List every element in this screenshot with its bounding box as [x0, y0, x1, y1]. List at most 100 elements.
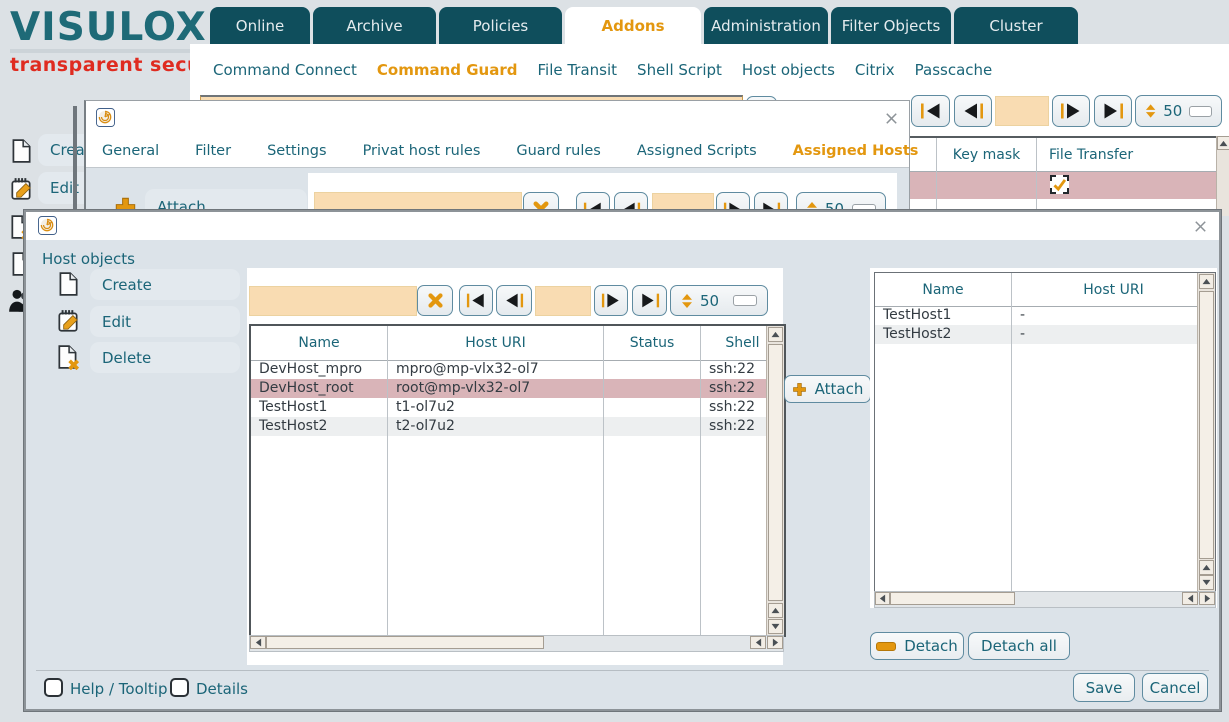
file-transfer-checkbox[interactable] — [1050, 175, 1069, 194]
subnav-command-guard[interactable]: Command Guard — [377, 61, 518, 79]
host-first-page-button[interactable] — [459, 285, 493, 316]
cancel-button[interactable]: Cancel — [1142, 673, 1208, 702]
scroll-right-button[interactable] — [767, 636, 783, 649]
host-row-uri[interactable]: root@mp-vlx32-ol7 — [388, 379, 603, 398]
tab-privat-host-rules[interactable]: Privat host rules — [363, 143, 481, 159]
host-row-uri[interactable]: t2-ol7u2 — [388, 417, 603, 436]
scroll-thumb[interactable] — [266, 636, 544, 649]
host-row-status[interactable] — [604, 379, 700, 398]
page-size-spinner[interactable]: 50 — [1135, 95, 1222, 127]
host-row-name[interactable]: DevHost_mpro — [251, 360, 387, 379]
scroll-up-button[interactable] — [1199, 274, 1214, 289]
host-clear-button[interactable] — [417, 285, 453, 316]
assigned-row-uri[interactable]: - — [1012, 325, 1215, 344]
nav-tab-policies[interactable]: Policies — [439, 7, 562, 44]
edit-button[interactable]: Edit — [90, 306, 240, 337]
check-icon — [1052, 177, 1067, 192]
nav-tab-online[interactable]: Online — [210, 7, 310, 44]
host-prev-page-button[interactable] — [496, 285, 532, 316]
assigned-row-name[interactable]: TestHost1 — [875, 306, 1011, 325]
scroll-left-button[interactable] — [250, 636, 266, 649]
host-search-input[interactable] — [249, 286, 417, 316]
nav-tab-administration[interactable]: Administration — [704, 7, 828, 44]
page-number-input[interactable] — [995, 96, 1049, 126]
host-row-uri[interactable]: mpro@mp-vlx32-ol7 — [388, 360, 603, 379]
tab-general[interactable]: General — [102, 143, 159, 159]
page-next-page-button[interactable] — [1052, 95, 1090, 127]
host-row-status[interactable] — [604, 398, 700, 417]
close-icon[interactable] — [883, 110, 900, 127]
assigned-row-name[interactable]: TestHost2 — [875, 325, 1011, 344]
assigned-table-scrollbar[interactable] — [1197, 273, 1215, 591]
scroll-down-button[interactable] — [768, 619, 783, 634]
subnav-command-connect[interactable]: Command Connect — [213, 61, 357, 79]
triangle-up-icon — [1202, 564, 1211, 571]
host-row-uri[interactable]: t1-ol7u2 — [388, 398, 603, 417]
tab-assigned-hosts[interactable]: Assigned Hosts — [793, 143, 919, 159]
application-window: VISULOX transparent security Online Arch… — [0, 0, 1229, 722]
scroll-up-button[interactable] — [768, 327, 783, 342]
main-nav: Online Archive Policies Addons Administr… — [210, 7, 1078, 44]
host-page-number-input[interactable] — [535, 286, 591, 316]
page-first-page-button[interactable] — [911, 95, 950, 127]
create-button[interactable]: Create — [90, 269, 240, 300]
tab-filter[interactable]: Filter — [195, 143, 231, 159]
triangle-right-icon — [1204, 594, 1211, 603]
hosts-table-hscrollbar[interactable] — [249, 635, 784, 652]
page-last-page-button[interactable] — [1094, 95, 1132, 127]
attach-button[interactable]: Attach — [784, 375, 871, 403]
subnav-citrix[interactable]: Citrix — [855, 61, 895, 79]
edit-icon[interactable] — [8, 176, 34, 202]
delete-button[interactable]: Delete — [90, 342, 240, 373]
subnav-host-objects[interactable]: Host objects — [742, 61, 835, 79]
details-checkbox[interactable] — [170, 678, 189, 697]
page-prev-page-button[interactable] — [954, 95, 992, 127]
host-row-status[interactable] — [604, 417, 700, 436]
scroll-up-button[interactable] — [1217, 136, 1229, 150]
edit-icon — [55, 308, 81, 334]
scroll-right-button[interactable] — [1199, 592, 1215, 605]
help-tooltip-checkbox[interactable] — [44, 678, 63, 697]
detach-button[interactable]: Detach — [870, 632, 964, 660]
scroll-down-button[interactable] — [1199, 575, 1214, 590]
host-page-size-spinner[interactable]: 50 — [670, 285, 768, 316]
host-last-page-button[interactable] — [632, 285, 667, 316]
nav-tab-cluster[interactable]: Cluster — [954, 7, 1078, 44]
dialog-heading: Host objects — [42, 250, 135, 268]
guard-rules-table: Key mask File Transfer — [906, 136, 1220, 220]
tab-guard-rules[interactable]: Guard rules — [516, 143, 601, 159]
subnav-passcache[interactable]: Passcache — [915, 61, 993, 79]
host-next-page-button[interactable] — [594, 285, 628, 316]
triangle-left-icon — [1187, 594, 1194, 603]
scroll-left-button[interactable] — [875, 592, 890, 605]
tab-settings[interactable]: Settings — [267, 143, 326, 159]
host-row-status[interactable] — [604, 360, 700, 379]
nav-tab-filter-objects[interactable]: Filter Objects — [831, 7, 951, 44]
scroll-up-button[interactable] — [1199, 560, 1214, 575]
subnav-file-transit[interactable]: File Transit — [537, 61, 617, 79]
scroll-left-button[interactable] — [750, 636, 766, 649]
nav-tab-archive[interactable]: Archive — [313, 7, 436, 44]
scroll-up-button[interactable] — [768, 603, 783, 618]
tab-assigned-scripts[interactable]: Assigned Scripts — [637, 143, 757, 159]
spinner-handle[interactable] — [1189, 106, 1212, 117]
close-icon[interactable] — [1192, 218, 1209, 235]
scroll-thumb[interactable] — [1199, 291, 1214, 559]
spinner-handle[interactable] — [733, 295, 757, 306]
save-button[interactable]: Save — [1073, 673, 1135, 702]
column-header-host-uri: Host URI — [1012, 273, 1215, 306]
create-document-icon[interactable] — [8, 138, 34, 164]
detach-all-button[interactable]: Detach all — [968, 632, 1070, 660]
host-row-name[interactable]: TestHost1 — [251, 398, 387, 417]
assigned-row-uri[interactable]: - — [1012, 306, 1215, 325]
nav-tab-addons[interactable]: Addons — [565, 7, 701, 44]
page-table-scrollbar[interactable] — [1216, 136, 1229, 216]
host-row-name[interactable]: DevHost_root — [251, 379, 387, 398]
scroll-left-button[interactable] — [1182, 592, 1198, 605]
subnav-shell-script[interactable]: Shell Script — [637, 61, 722, 79]
host-row-name[interactable]: TestHost2 — [251, 417, 387, 436]
scroll-thumb[interactable] — [768, 344, 783, 601]
hosts-table-scrollbar[interactable] — [766, 326, 784, 635]
assigned-table-hscrollbar[interactable] — [874, 591, 1216, 608]
scroll-thumb[interactable] — [890, 592, 1015, 605]
